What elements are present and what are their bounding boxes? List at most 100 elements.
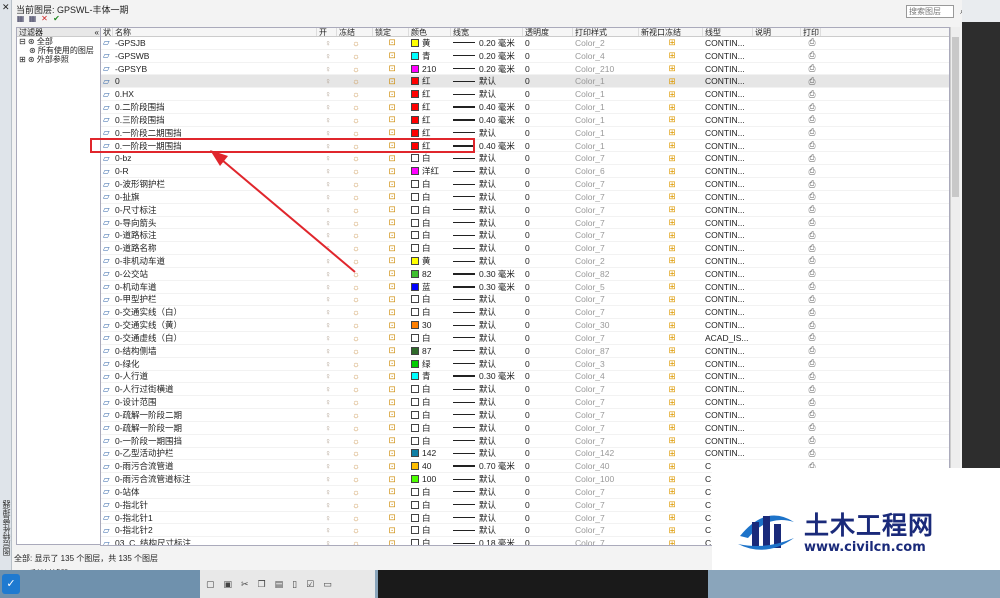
sun-icon[interactable]: ☼ [337,179,373,189]
bulb-icon[interactable]: ♀ [317,179,337,189]
layer-name[interactable]: 0-疏解一阶段二期 [113,409,317,421]
unlock-icon[interactable]: ⊡ [373,204,409,215]
color-cell[interactable]: 白 [409,486,451,498]
printer-icon[interactable]: ⎙ [801,102,821,113]
bulb-icon[interactable]: ♀ [317,76,337,86]
sun-icon[interactable]: ☼ [337,525,373,535]
vp-freeze-icon[interactable]: ⊞ [639,448,703,459]
color-cell[interactable]: 红 [409,114,451,126]
unlock-icon[interactable]: ⊡ [373,102,409,113]
linetype-cell[interactable]: CONTIN... [703,102,753,112]
lineweight-cell[interactable]: 默认 [451,435,523,447]
layer-row[interactable]: ▱ 0-设计范围 ♀ ☼ ⊡ 白默认 0 Color_7 ⊞ CONTIN... ⎙ [101,396,949,410]
layer-name[interactable]: 0-结构侧墙 [113,345,317,357]
layer-row[interactable]: ▱ -GPSYB ♀ ☼ ⊡ 210 0.20 毫米 0 Color_210 ⊞ CONTIN...… [101,63,949,76]
bulb-icon[interactable]: ♀ [317,307,337,317]
unlock-icon[interactable]: ⊡ [373,397,409,408]
vp-freeze-icon[interactable]: ⊞ [639,268,703,279]
lineweight-cell[interactable]: 0.20 毫米 [451,63,523,75]
color-cell[interactable]: 白 [409,383,451,395]
transparency-cell[interactable]: 0 [523,243,573,253]
linetype-cell[interactable]: CONTIN... [703,38,753,48]
linetype-cell[interactable]: CONTIN... [703,346,753,356]
linetype-cell[interactable]: CONTIN... [703,205,753,215]
lineweight-cell[interactable]: 默认 [451,217,523,229]
transparency-cell[interactable]: 0 [523,64,573,74]
vp-freeze-icon[interactable]: ⊞ [639,384,703,395]
color-cell[interactable]: 红 [409,101,451,113]
layer-row[interactable]: ▱ 0-甲型护栏 ♀ ☼ ⊡ 白默认 0 Color_7 ⊞ CONTIN... ⎙ [101,294,949,307]
unlock-icon[interactable]: ⊡ [373,320,409,331]
unlock-icon[interactable]: ⊡ [373,384,409,395]
column-header[interactable]: 状 [101,28,113,36]
printer-icon[interactable]: ⎙ [801,50,821,61]
transparency-cell[interactable]: 0 [523,487,573,497]
column-header[interactable]: 新视口冻结 [639,28,703,36]
color-cell[interactable]: 白 [409,191,451,203]
transparency-cell[interactable]: 0 [523,513,573,523]
color-cell[interactable]: 白 [409,306,451,318]
layer-name[interactable]: 0-公交站 [113,268,317,280]
bulb-icon[interactable]: ♀ [317,166,337,176]
column-header[interactable]: 锁定 [373,28,409,36]
printer-icon[interactable]: ⎙ [801,307,821,318]
bulb-icon[interactable]: ♀ [317,410,337,420]
layer-name[interactable]: 0-指北针1 [113,512,317,524]
linetype-cell[interactable]: CONTIN... [703,89,753,99]
vp-freeze-icon[interactable]: ⊞ [639,371,703,382]
scissors-icon[interactable]: ✂ [241,579,249,590]
copy-icon[interactable]: ❐ [258,579,266,590]
unlock-icon[interactable]: ⊡ [373,255,409,266]
unlock-icon[interactable]: ⊡ [373,422,409,433]
unlock-icon[interactable]: ⊡ [373,179,409,190]
transparency-cell[interactable]: 0 [523,371,573,381]
vp-freeze-icon[interactable]: ⊞ [639,409,703,420]
vp-freeze-icon[interactable]: ⊞ [639,525,703,536]
lineweight-cell[interactable]: 默认 [451,422,523,434]
transparency-cell[interactable]: 0 [523,269,573,279]
column-header[interactable]: 打印样式 [573,28,639,36]
vp-freeze-icon[interactable]: ⊞ [639,397,703,408]
linetype-cell[interactable]: CONTIN... [703,410,753,420]
vp-freeze-icon[interactable]: ⊞ [639,166,703,177]
lineweight-cell[interactable]: 默认 [451,255,523,267]
bulb-icon[interactable]: ♀ [317,243,337,253]
layer-name[interactable]: 0-人行过街横道 [113,383,317,395]
filter-item[interactable]: ⊟ ⊛ 全部 [17,37,101,46]
printer-icon[interactable]: ⎙ [801,332,821,343]
unlock-icon[interactable]: ⊡ [373,89,409,100]
layer-name[interactable]: -GPSWB [113,51,317,61]
lineweight-cell[interactable]: 默认 [451,165,523,177]
color-cell[interactable]: 黄 [409,37,451,49]
color-cell[interactable]: 142 [409,448,451,458]
layer-row[interactable]: ▱ 0-疏解一阶段二期 ♀ ☼ ⊡ 白默认 0 Color_7 ⊞ CONTIN... ⎙ [101,409,949,422]
unlock-icon[interactable]: ⊡ [373,50,409,61]
color-cell[interactable]: 红 [409,75,451,87]
layer-row[interactable]: ▱ 0-绿化 ♀ ☼ ⊡ 绿默认 0 Color_3 ⊞ CONTIN... ⎙ [101,358,949,371]
transparency-cell[interactable]: 0 [523,346,573,356]
lineweight-cell[interactable]: 0.30 毫米 [451,268,523,280]
linetype-cell[interactable]: CONTIN... [703,397,753,407]
linetype-cell[interactable]: CONTIN... [703,256,753,266]
transparency-cell[interactable]: 0 [523,51,573,61]
sun-icon[interactable]: ☼ [337,333,373,343]
layer-row[interactable]: ▱ -GPSWB ♀ ☼ ⊡ 青 0.20 毫米 0 Color_4 ⊞ CONTIN... ⎙ [101,50,949,63]
rectangle-icon[interactable]: ▢ [206,579,215,590]
sun-icon[interactable]: ☼ [337,282,373,292]
bulb-icon[interactable]: ♀ [317,294,337,304]
unlock-icon[interactable]: ⊡ [373,37,409,48]
color-cell[interactable]: 白 [409,396,451,408]
unlock-icon[interactable]: ⊡ [373,461,409,472]
printer-icon[interactable]: ⎙ [801,345,821,356]
lineweight-cell[interactable]: 默认 [451,486,523,498]
sun-icon[interactable]: ☼ [337,320,373,330]
color-cell[interactable]: 红 [409,127,451,139]
color-cell[interactable]: 白 [409,242,451,254]
printer-icon[interactable]: ⎙ [801,179,821,190]
linetype-cell[interactable]: CONTIN... [703,166,753,176]
layer-row[interactable]: ▱ 0-道路标注 ♀ ☼ ⊡ 白默认 0 Color_7 ⊞ CONTIN... ⎙ [101,229,949,243]
transparency-cell[interactable]: 0 [523,525,573,535]
layer-name[interactable]: 0-R [113,166,317,176]
delete-layer-icon[interactable]: ✕ [40,14,49,23]
lineweight-cell[interactable]: 默认 [451,191,523,203]
